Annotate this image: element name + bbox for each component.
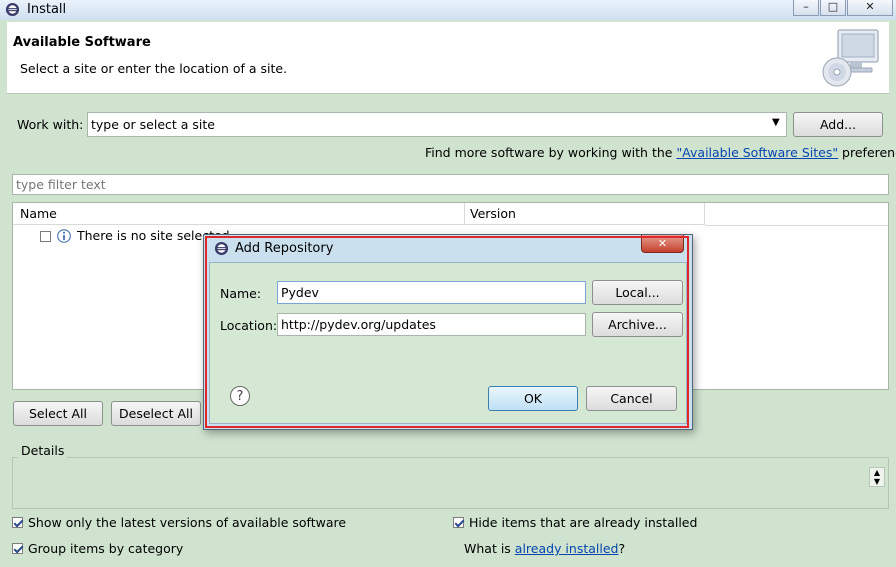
page-subtitle: Select a site or enter the location of a… <box>20 61 288 76</box>
what-is-installed-text: What is already installed? <box>464 541 626 556</box>
dialog-title: Add Repository <box>235 241 334 256</box>
work-with-label: Work with: <box>17 117 84 132</box>
location-label: Location: <box>220 318 278 333</box>
column-header-version[interactable]: Version <box>465 203 705 225</box>
show-latest-checkbox[interactable] <box>12 517 23 528</box>
page-title: Available Software <box>13 35 151 50</box>
location-field[interactable]: http://pydev.org/updates <box>277 313 586 336</box>
work-with-combo[interactable]: type or select a site ▼ <box>87 112 787 137</box>
dialog-close-button[interactable]: ✕ <box>641 235 684 253</box>
dialog-body: Name: Pydev Local... Location: http://py… <box>209 262 687 424</box>
column-header-filler <box>705 203 888 226</box>
add-site-button[interactable]: Add... <box>793 112 883 137</box>
filter-input[interactable] <box>12 174 889 195</box>
available-software-sites-link[interactable]: "Available Software Sites" <box>676 145 838 160</box>
column-header-name[interactable]: Name <box>13 203 465 225</box>
details-scrollbar[interactable]: ▲ ▼ <box>869 467 885 487</box>
dropdown-arrow-icon[interactable]: ▼ <box>772 117 780 128</box>
details-label: Details <box>18 443 68 458</box>
add-repository-dialog[interactable]: Add Repository ✕ Name: Pydev Local... Lo… <box>203 234 693 430</box>
name-field[interactable]: Pydev <box>277 281 586 304</box>
local-button[interactable]: Local... <box>592 280 683 305</box>
hide-installed-label: Hide items that are already installed <box>469 515 698 530</box>
name-label: Name: <box>220 286 262 301</box>
hide-installed-checkbox[interactable] <box>453 517 464 528</box>
computer-cd-icon <box>822 29 879 87</box>
close-button[interactable]: ✕ <box>847 0 893 16</box>
archive-button[interactable]: Archive... <box>592 312 683 337</box>
minimize-button[interactable]: – <box>793 0 819 16</box>
location-value: http://pydev.org/updates <box>281 317 436 332</box>
work-with-value: type or select a site <box>91 117 215 132</box>
eclipse-icon <box>214 241 229 256</box>
row-checkbox[interactable] <box>40 231 51 242</box>
details-group <box>12 457 889 509</box>
group-by-category-checkbox[interactable] <box>12 543 23 554</box>
cancel-button[interactable]: Cancel <box>586 386 677 411</box>
already-installed-link[interactable]: already installed <box>515 541 619 556</box>
help-icon[interactable]: ? <box>230 386 250 406</box>
select-all-button[interactable]: Select All <box>13 401 103 426</box>
find-more-text: Find more software by working with the "… <box>425 145 896 160</box>
show-latest-label: Show only the latest versions of availab… <box>28 515 347 530</box>
deselect-all-button[interactable]: Deselect All <box>111 401 201 426</box>
info-icon <box>57 229 71 243</box>
name-value: Pydev <box>281 285 319 300</box>
window-title-bar[interactable]: Install – □ ✕ <box>0 0 896 20</box>
window-title: Install <box>27 2 67 17</box>
maximize-button[interactable]: □ <box>820 0 846 16</box>
eclipse-icon <box>5 2 20 17</box>
ok-button[interactable]: OK <box>488 386 578 411</box>
group-by-category-label: Group items by category <box>28 541 184 556</box>
wizard-header: Available Software Select a site or ente… <box>7 22 889 94</box>
